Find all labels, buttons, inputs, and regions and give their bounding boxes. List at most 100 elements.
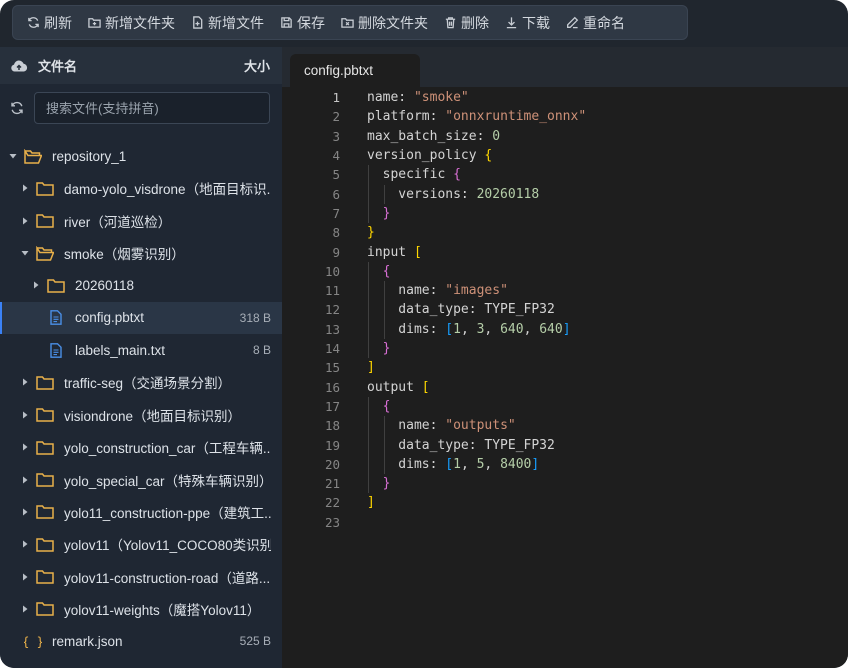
file-sidebar: 文件名 大小 repository_1 damo-yolo_visdrone（地面… [0,47,282,668]
save-button[interactable]: 保存 [272,6,333,39]
code-text: ] [367,495,375,511]
line-number: 8 [332,225,340,241]
code-line: 11 name: "images" [282,281,848,300]
tree-item-name: yolov11（Yolov11_COCO80类识别... [64,538,271,554]
code-line: 7 } [282,204,848,223]
folder-icon [36,569,64,584]
delete-button[interactable]: 删除 [436,6,497,39]
file-size: 525 B [239,634,271,649]
folder-icon [36,375,64,390]
code-text: name: "images" [367,283,508,299]
download-button[interactable]: 下载 [497,6,558,39]
folder-row[interactable]: traffic-seg（交通场景分割） [0,366,282,398]
chevron-right-icon[interactable] [20,183,30,193]
code-text: input [ [367,244,422,260]
tree-item-name: smoke（烟雾识别） [64,247,185,263]
file-row[interactable]: { } remark.json 525 B [0,625,282,657]
folder-row[interactable]: yolo_special_car（特殊车辆识别） [0,464,282,496]
chevron-right-icon[interactable] [20,475,30,485]
indent-guide [384,184,385,204]
code-line: 14 } [282,339,848,358]
line-number: 15 [324,360,340,376]
tab-config-pbtxt[interactable]: config.pbtxt [290,54,420,87]
code-text: version_policy { [367,148,493,164]
chevron-down-icon[interactable] [20,248,30,258]
file-plus-icon [193,16,203,29]
line-number: 19 [324,437,340,453]
file-row[interactable]: config.pbtxt 318 B [0,301,282,334]
line-number: 14 [324,341,340,357]
indent-guide [384,281,385,339]
folder-open-icon [24,148,52,164]
line-number: 11 [324,283,340,299]
folder-row[interactable]: smoke（烟雾识别） [0,237,282,269]
code-line: 18 name: "outputs" [282,416,848,435]
folder-icon [36,537,64,552]
file-icon [47,310,75,326]
chevron-right-icon[interactable] [20,410,30,420]
refresh-label: 刷新 [44,14,72,31]
tree-item-name: traffic-seg（交通场景分割） [64,376,232,392]
folder-row[interactable]: yolov11-weights（魔搭Yolov11） [0,593,282,625]
rename-button[interactable]: 重命名 [558,6,633,39]
tree-item-name: labels_main.txt [75,342,166,358]
code-text: data_type: TYPE_FP32 [367,302,555,318]
folder-row[interactable]: repository_1 [0,140,282,172]
file-search-input[interactable] [34,92,270,124]
folder-icon [36,213,64,228]
code-line: 10 { [282,262,848,281]
code-line: 3 max_batch_size: 0 [282,127,848,146]
chevron-right-icon[interactable] [20,377,30,387]
delete-folder-button[interactable]: 删除文件夹 [333,6,436,39]
chevron-right-icon[interactable] [20,539,30,549]
chevron-down-icon[interactable] [8,151,18,161]
new-file-button[interactable]: 新增文件 [183,6,272,39]
line-number: 1 [332,90,340,106]
line-number: 18 [324,418,340,434]
chevron-right-icon[interactable] [20,572,30,582]
svg-text:{ }: { } [24,635,42,649]
file-row[interactable]: labels_main.txt 8 B [0,334,282,366]
folder-row[interactable]: yolov11-construction-road（道路... [0,561,282,593]
code-line: 19 data_type: TYPE_FP32 [282,435,848,454]
line-number: 20 [324,456,340,472]
chevron-right-icon[interactable] [20,507,30,517]
tree-item-name: damo-yolo_visdrone（地面目标识... [64,182,271,198]
folder-row[interactable]: yolov11（Yolov11_COCO80类识别... [0,528,282,560]
new-file-label: 新增文件 [208,14,264,31]
folder-row[interactable]: damo-yolo_visdrone（地面目标识... [0,172,282,204]
code-text: dims: [1, 3, 640, 640] [367,321,571,337]
refresh-button[interactable]: 刷新 [19,6,80,39]
code-line: 5 specific { [282,165,848,184]
chevron-right-icon[interactable] [20,604,30,614]
line-number: 17 [324,398,340,414]
file-size: 8 B [252,343,271,358]
code-text: dims: [1, 5, 8400] [367,456,540,472]
file-list-header: 文件名 大小 [0,47,282,84]
indent-guide [368,396,369,494]
folder-row[interactable]: 20260118 [0,269,282,301]
code-text: platform: "onnxruntime_onnx" [367,109,587,125]
code-text: specific { [367,167,461,183]
new-folder-button[interactable]: 新增文件夹 [80,6,183,39]
code-line: 16 output [ [282,378,848,397]
download-icon [506,17,517,29]
chevron-right-icon[interactable] [20,442,30,452]
code-text: } [382,476,391,492]
chevron-right-icon[interactable] [20,216,30,226]
folder-row[interactable]: yolo11_construction-ppe（建筑工... [0,496,282,528]
folder-row[interactable]: yolo_construction_car（工程车辆... [0,431,282,463]
code-text: data_type: TYPE_FP32 [367,437,555,453]
chevron-right-icon[interactable] [31,280,41,290]
folder-plus-icon [88,18,101,28]
code-text: versions: 20260118 [367,186,540,202]
folder-row[interactable]: visiondrone（地面目标识别） [0,399,282,431]
line-number: 9 [332,244,340,260]
line-number: 21 [324,476,340,492]
search-row [0,84,282,132]
folder-row[interactable]: river（河道巡检） [0,205,282,237]
line-number: 12 [324,302,340,318]
tree-refresh-icon[interactable] [10,101,24,115]
pencil-icon [567,16,579,29]
indent-guide [368,261,369,359]
